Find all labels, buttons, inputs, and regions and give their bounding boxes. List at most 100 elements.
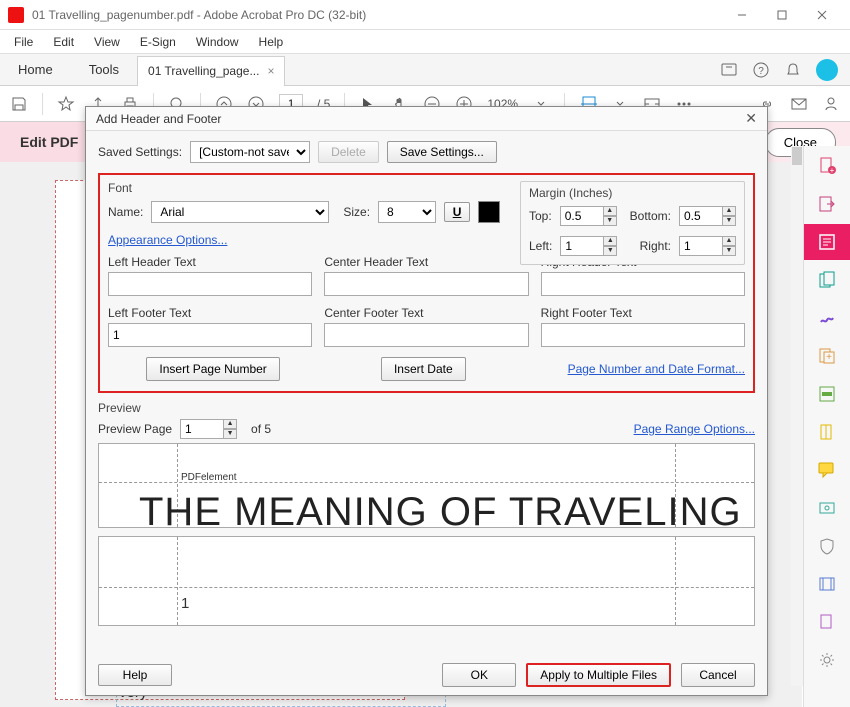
margin-top-label: Top: [529,209,552,223]
sign-icon[interactable] [817,308,837,328]
appearance-options-link[interactable]: Appearance Options... [108,233,227,247]
tab-close-icon[interactable]: × [267,64,274,78]
maximize-button[interactable] [762,1,802,29]
ok-button[interactable]: OK [442,663,516,687]
menu-help[interactable]: Help [249,32,294,52]
margin-bottom-input[interactable] [679,206,723,226]
spin-buttons[interactable]: ▲▼ [603,236,617,256]
email-icon[interactable] [790,95,808,113]
margin-right-label: Right: [640,239,671,253]
save-icon[interactable] [10,95,28,113]
apply-multiple-button[interactable]: Apply to Multiple Files [526,663,671,687]
dialog-titlebar: Add Header and Footer ✕ [86,107,767,131]
dialog-title: Add Header and Footer [96,112,221,126]
svg-text:?: ? [758,66,764,77]
acrobat-icon [8,7,24,23]
font-color-swatch[interactable] [478,201,500,223]
insert-page-number-button[interactable]: Insert Page Number [146,357,279,381]
center-header-input[interactable] [324,272,528,296]
scan-icon[interactable] [817,498,837,518]
preview-of-label: of 5 [251,422,271,436]
star-icon[interactable] [57,95,75,113]
cancel-button[interactable]: Cancel [681,663,755,687]
menu-edit[interactable]: Edit [43,32,84,52]
margin-group-label: Margin (Inches) [529,186,736,200]
dialog-footer: Help OK Apply to Multiple Files Cancel [86,655,767,695]
font-size-select[interactable]: 8 [378,201,436,223]
preview-footer-number: 1 [181,595,189,612]
preview-headline: THE MEANING OF TRAVELING [139,490,742,528]
center-header-label: Center Header Text [324,255,528,269]
tab-tools[interactable]: Tools [71,54,137,85]
margin-top-input[interactable] [560,206,604,226]
margin-right-input[interactable] [679,236,723,256]
preview-watermark: PDFelement [181,472,237,483]
underline-button[interactable]: U [444,202,470,222]
center-footer-label: Center Footer Text [324,306,528,320]
compress-icon[interactable] [817,422,837,442]
document-tab-bar: Home Tools 01 Travelling_page... × ? [0,54,850,86]
close-window-button[interactable] [802,1,842,29]
preview-group: Preview Preview Page ▲▼ of 5 Page Range … [98,401,755,626]
svg-text:+: + [830,166,835,175]
save-settings-button[interactable]: Save Settings... [387,141,497,163]
saved-settings-select[interactable]: [Custom-not saved] [190,141,310,163]
page-range-link[interactable]: Page Range Options... [634,422,755,436]
combine-icon[interactable]: + [817,346,837,366]
menu-window[interactable]: Window [186,32,249,52]
organize-pages-icon[interactable] [817,270,837,290]
account-avatar[interactable] [816,59,838,81]
insert-date-button[interactable]: Insert Date [381,357,466,381]
font-name-select[interactable]: Arial [151,201,329,223]
saved-settings-label: Saved Settings: [98,145,182,159]
menu-esign[interactable]: E-Sign [130,32,186,52]
tab-document[interactable]: 01 Travelling_page... × [137,56,285,86]
spin-buttons[interactable]: ▲▼ [722,236,736,256]
tab-home[interactable]: Home [0,54,71,85]
more-tools-icon[interactable] [817,650,837,670]
right-footer-label: Right Footer Text [541,306,745,320]
page-number-format-link[interactable]: Page Number and Date Format... [568,362,745,376]
preview-page-input[interactable] [180,419,224,439]
bell-icon[interactable] [784,61,802,79]
font-name-label: Name: [108,205,143,219]
right-footer-input[interactable] [541,323,745,347]
preview-label: Preview [98,401,755,415]
tab-document-label: 01 Travelling_page... [148,64,259,78]
center-footer-input[interactable] [324,323,528,347]
svg-text:+: + [826,352,832,363]
spin-buttons[interactable]: ▲▼ [223,419,237,439]
preview-footer-canvas: 1 [98,536,755,626]
separator [42,93,43,115]
left-header-input[interactable] [108,272,312,296]
help-button[interactable]: Help [98,664,172,686]
right-header-input[interactable] [541,272,745,296]
edit-pdf-icon[interactable] [804,224,850,260]
notifications-panel-icon[interactable] [720,61,738,79]
window-title: 01 Travelling_pagenumber.pdf - Adobe Acr… [32,8,722,22]
minimize-button[interactable] [722,1,762,29]
preview-header-canvas: PDFelement THE MEANING OF TRAVELING [98,443,755,528]
edit-pdf-label: Edit PDF [0,122,98,162]
compare-icon[interactable] [817,612,837,632]
share-icon[interactable] [822,95,840,113]
spin-buttons[interactable]: ▲▼ [722,206,736,226]
menu-file[interactable]: File [4,32,43,52]
dialog-close-icon[interactable]: ✕ [745,110,757,127]
redact-icon[interactable] [817,384,837,404]
dialog-scrollbar[interactable] [791,146,803,686]
preview-page-label: Preview Page [98,422,172,436]
protect-icon[interactable] [817,536,837,556]
delete-button[interactable]: Delete [318,141,379,163]
export-pdf-icon[interactable] [817,194,837,214]
margin-bottom-label: Bottom: [630,209,671,223]
spin-buttons[interactable]: ▲▼ [603,206,617,226]
create-pdf-icon[interactable]: + [817,156,837,176]
comment-icon[interactable] [817,460,837,480]
margin-left-input[interactable] [560,236,604,256]
menu-view[interactable]: View [84,32,130,52]
help-icon[interactable]: ? [752,61,770,79]
left-footer-input[interactable] [108,323,312,347]
tools-sidebar: + + [803,146,850,707]
rich-media-icon[interactable] [817,574,837,594]
